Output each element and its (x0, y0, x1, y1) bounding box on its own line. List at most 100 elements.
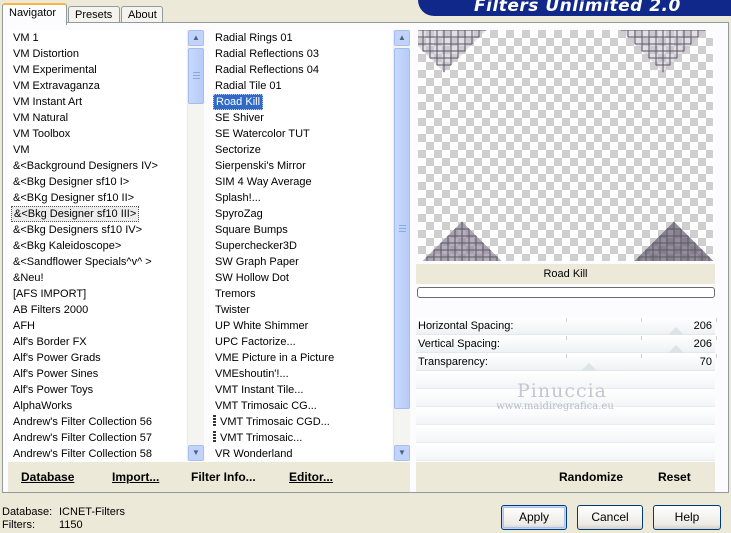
list-item[interactable]: SpyroZag (210, 206, 392, 222)
list-item[interactable]: &<Bkg Designers sf10 IV> (8, 222, 186, 238)
list-item[interactable]: Radial Reflections 04 (210, 62, 392, 78)
preview-canvas[interactable] (418, 30, 713, 261)
list-item-label: &<Background Designers IV> (13, 160, 158, 172)
filter-scrollbar[interactable]: ▲ ▼ (393, 30, 410, 461)
list-item[interactable]: [AFS IMPORT] (8, 286, 186, 302)
slider-tick (716, 318, 717, 322)
list-item[interactable]: AFH (8, 318, 186, 334)
param-vertical-spacing[interactable]: Vertical Spacing: 206 (416, 336, 717, 353)
list-item[interactable]: SE Watercolor TUT (210, 126, 392, 142)
list-item-label: SIM 4 Way Average (215, 176, 312, 188)
list-item[interactable]: &<Background Designers IV> (8, 158, 186, 174)
reset-button[interactable]: Reset (658, 462, 691, 492)
list-item[interactable]: Radial Rings 01 (210, 30, 392, 46)
help-button[interactable]: Help (653, 505, 721, 530)
list-item-label: Radial Tile 01 (215, 80, 282, 92)
list-item[interactable]: Andrew's Filter Collection 57 (8, 430, 186, 446)
list-item[interactable]: VMT Trimosaic CG... (210, 398, 392, 414)
tab-navigator[interactable]: Navigator (2, 3, 67, 25)
list-item[interactable]: VM (8, 142, 186, 158)
list-item-label: SE Shiver (215, 112, 264, 124)
param-horizontal-spacing[interactable]: Horizontal Spacing: 206 (416, 318, 717, 335)
list-item[interactable]: SW Graph Paper (210, 254, 392, 270)
list-item-label: &<Bkg Designer sf10 III> (11, 206, 140, 222)
list-item[interactable]: UPC Factorize... (210, 334, 392, 350)
list-item[interactable]: VM Instant Art (8, 94, 186, 110)
scroll-down-icon[interactable]: ▼ (188, 445, 204, 461)
param-transparency[interactable]: Transparency: 70 (416, 354, 717, 371)
list-item[interactable]: VM Extravaganza (8, 78, 186, 94)
database-button[interactable]: Database (21, 462, 74, 492)
list-item[interactable]: VM Natural (8, 110, 186, 126)
list-item-label: Andrew's Filter Collection 58 (13, 448, 153, 460)
list-item[interactable]: Sierpenski's Mirror (210, 158, 392, 174)
list-item[interactable]: Road Kill (210, 94, 392, 110)
list-item-label: [AFS IMPORT] (13, 288, 87, 300)
list-item[interactable]: VMEshoutin'!... (210, 366, 392, 382)
category-list[interactable]: VM 1 VM Distortion VM Experimental VM Extra… (8, 30, 186, 461)
list-item[interactable]: &<Bkg Kaleidoscope> (8, 238, 186, 254)
scroll-up-icon[interactable]: ▲ (188, 30, 204, 46)
scroll-thumb[interactable] (188, 48, 204, 104)
list-item[interactable]: Twister (210, 302, 392, 318)
list-item[interactable]: &Neu! (8, 270, 186, 286)
list-item[interactable]: Square Bumps (210, 222, 392, 238)
list-item[interactable]: VMT Instant Tile... (210, 382, 392, 398)
list-item[interactable]: Alf's Power Toys (8, 382, 186, 398)
list-item[interactable]: &<Sandflower Specials^v^ > (8, 254, 186, 270)
editor-button[interactable]: Editor... (289, 462, 333, 492)
list-item[interactable]: AlphaWorks (8, 398, 186, 414)
progress-bar (417, 287, 715, 298)
list-item-label: VM Extravaganza (13, 80, 100, 92)
list-item-label: AlphaWorks (13, 400, 73, 412)
list-item[interactable]: SIM 4 Way Average (210, 174, 392, 190)
list-item[interactable]: Tremors (210, 286, 392, 302)
list-item[interactable]: VM Toolbox (8, 126, 186, 142)
list-item[interactable]: Splash!... (210, 190, 392, 206)
list-item[interactable]: &<Bkg Designer sf10 I> (8, 174, 186, 190)
slider-thumb[interactable] (667, 327, 684, 335)
slider-tick (566, 336, 567, 340)
slider-tick (566, 354, 567, 358)
import-button[interactable]: Import... (112, 462, 159, 492)
list-item[interactable]: UP White Shimmer (210, 318, 392, 334)
list-item[interactable]: VMT Trimosaic... (210, 430, 392, 446)
scroll-down-icon[interactable]: ▼ (394, 445, 410, 461)
list-item[interactable]: Andrew's Filter Collection 56 (8, 414, 186, 430)
list-item[interactable]: Alf's Power Grads (8, 350, 186, 366)
list-item[interactable]: VME Picture in a Picture (210, 350, 392, 366)
list-item[interactable]: Radial Reflections 03 (210, 46, 392, 62)
list-item[interactable]: Alf's Power Sines (8, 366, 186, 382)
list-item[interactable]: SW Hollow Dot (210, 270, 392, 286)
param-value: 206 (693, 320, 712, 332)
list-item[interactable]: Radial Tile 01 (210, 78, 392, 94)
list-item[interactable]: Superchecker3D (210, 238, 392, 254)
list-item[interactable]: &<Bkg Designer sf10 III> (8, 206, 186, 222)
list-item[interactable]: AB Filters 2000 (8, 302, 186, 318)
list-item[interactable]: SE Shiver (210, 110, 392, 126)
apply-button[interactable]: Apply (501, 505, 567, 530)
list-item[interactable]: Alf's Border FX (8, 334, 186, 350)
cancel-button[interactable]: Cancel (577, 505, 643, 530)
list-item-label: VM Natural (13, 112, 69, 124)
scroll-up-icon[interactable]: ▲ (394, 30, 410, 46)
list-item[interactable]: VM 1 (8, 30, 186, 46)
list-item[interactable]: Sectorize (210, 142, 392, 158)
list-item[interactable]: VM Experimental (8, 62, 186, 78)
list-item[interactable]: VR Wonderland (210, 446, 392, 461)
category-scrollbar[interactable]: ▲ ▼ (187, 30, 204, 461)
filter-list[interactable]: Radial Rings 01 Radial Reflections 03 Radi… (210, 30, 392, 461)
preview-tile (419, 221, 505, 261)
filter-info-label: Filter Info... (191, 470, 256, 484)
list-item[interactable]: VM Distortion (8, 46, 186, 62)
scroll-thumb[interactable] (394, 48, 410, 409)
preview-tile (418, 30, 487, 73)
filter-info-button[interactable]: Filter Info... (191, 462, 256, 492)
randomize-button[interactable]: Randomize (559, 462, 623, 492)
list-item[interactable]: &<BKg Designer sf10 II> (8, 190, 186, 206)
list-item[interactable]: Andrew's Filter Collection 58 (8, 446, 186, 461)
list-item-label: Radial Reflections 03 (215, 48, 319, 60)
slider-thumb[interactable] (667, 345, 684, 353)
list-item[interactable]: VMT Trimosaic CGD... (210, 414, 392, 430)
slider-thumb[interactable] (581, 363, 598, 371)
